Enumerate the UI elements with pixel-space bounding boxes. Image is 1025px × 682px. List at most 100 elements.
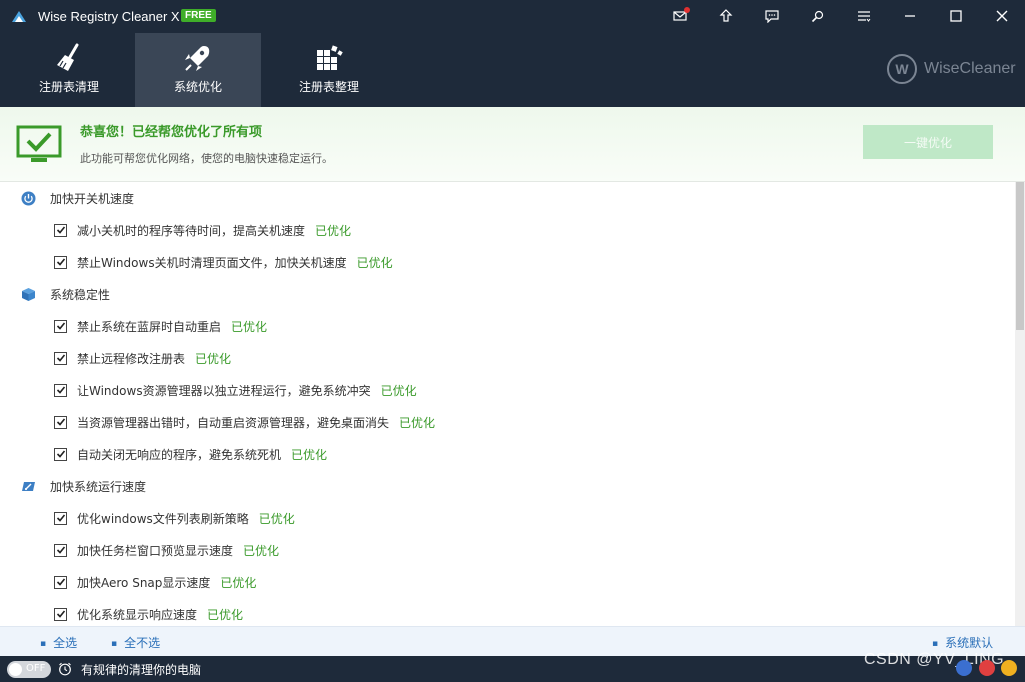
list-item[interactable]: 优化windows文件列表刷新策略 已优化 — [0, 502, 1015, 534]
item-checkbox[interactable] — [54, 447, 67, 461]
check-icon — [56, 610, 65, 618]
item-checkbox[interactable] — [54, 319, 67, 333]
speed-icon — [22, 481, 35, 491]
item-status: 已优化 — [231, 319, 268, 334]
feedback-icon — [765, 10, 779, 23]
menu-button[interactable] — [851, 4, 877, 28]
schedule-text: 有规律的清理你的电脑 — [81, 663, 202, 677]
tray-weibo-icon[interactable] — [979, 660, 995, 676]
tools-icon — [811, 10, 824, 23]
free-badge: FREE — [181, 9, 216, 22]
item-status: 已优化 — [356, 255, 393, 270]
item-checkbox[interactable] — [54, 255, 67, 269]
cube-icon — [22, 287, 35, 301]
check-icon — [56, 450, 65, 458]
list-item[interactable]: 当资源管理器出错时，自动重启资源管理器，避免桌面消失 已优化 — [0, 406, 1015, 438]
schedule-toggle[interactable]: OFF — [7, 661, 51, 678]
item-status: 已优化 — [195, 351, 232, 366]
item-status: 已优化 — [315, 223, 352, 238]
item-checkbox[interactable] — [54, 383, 67, 397]
upgrade-icon — [719, 9, 733, 22]
monitor-check-icon — [16, 125, 62, 162]
brand-name: WiseCleaner — [924, 60, 1016, 77]
tab-registry-cleaner[interactable]: 注册表清理 — [6, 33, 132, 107]
category-row: 加快开关机速度 — [0, 182, 1015, 214]
item-label: 优化windows文件列表刷新策略 — [77, 511, 249, 526]
item-checkbox[interactable] — [54, 223, 67, 237]
list-scrollbar[interactable] — [1015, 182, 1025, 626]
app-logo-icon — [12, 11, 26, 22]
check-icon — [56, 418, 65, 426]
brand-logo: W WiseCleaner — [886, 53, 1016, 85]
tab-label: 注册表整理 — [298, 80, 359, 94]
list-item[interactable]: 优化系统显示响应速度 已优化 — [0, 598, 1015, 626]
tab-label: 注册表清理 — [38, 80, 99, 94]
tray-app-icon[interactable] — [956, 660, 972, 676]
list-item[interactable]: 禁止Windows关机时清理页面文件，加快关机速度 已优化 — [0, 246, 1015, 278]
item-label: 禁止Windows关机时清理页面文件，加快关机速度 — [77, 255, 347, 270]
list-item[interactable]: 让Windows资源管理器以独立进程运行，避免系统冲突 已优化 — [0, 374, 1015, 406]
item-status: 已优化 — [243, 543, 280, 558]
item-status: 已优化 — [220, 575, 257, 590]
item-label: 禁止远程修改注册表 — [77, 351, 186, 366]
check-icon — [56, 322, 65, 330]
close-button[interactable] — [989, 4, 1015, 28]
select-all-link[interactable]: 全选 — [40, 634, 77, 651]
menu-icon — [858, 11, 871, 22]
item-label: 优化系统显示响应速度 — [77, 607, 198, 622]
feedback-button[interactable] — [759, 4, 785, 28]
item-label: 加快任务栏窗口预览显示速度 — [77, 543, 234, 558]
list-item[interactable]: 加快任务栏窗口预览显示速度 已优化 — [0, 534, 1015, 566]
mail-button[interactable] — [667, 4, 693, 28]
list-item[interactable]: 加快Aero Snap显示速度 已优化 — [0, 566, 1015, 598]
list-item[interactable]: 自动关闭无响应的程序，避免系统死机 已优化 — [0, 438, 1015, 470]
item-label: 当资源管理器出错时，自动重启资源管理器，避免桌面消失 — [77, 415, 390, 430]
svg-text:W: W — [895, 61, 909, 77]
item-label: 减小关机时的程序等待时间，提高关机速度 — [77, 223, 306, 238]
category-label: 系统稳定性 — [50, 287, 111, 302]
banner-description: 此功能可帮您优化网络，使您的电脑快速稳定运行。 — [80, 152, 333, 165]
scrollbar-thumb[interactable] — [1016, 182, 1024, 330]
tab-label: 系统优化 — [173, 80, 222, 94]
item-checkbox[interactable] — [54, 415, 67, 429]
check-icon — [56, 514, 65, 522]
select-none-link[interactable]: 全不选 — [111, 634, 160, 651]
tab-system-optimize[interactable]: 系统优化 — [135, 33, 261, 107]
banner-title: 恭喜您！已经帮您优化了所有项 — [80, 125, 263, 140]
app-header: Wise Registry Cleaner X FREE 注册表清理 系统优化 … — [0, 0, 1025, 107]
item-label: 自动关闭无响应的程序，避免系统死机 — [77, 447, 282, 462]
restore-default-link[interactable]: 系统默认 — [932, 634, 993, 651]
check-icon — [56, 226, 65, 234]
category-row: 加快系统运行速度 — [0, 470, 1015, 502]
check-icon — [56, 354, 65, 362]
item-checkbox[interactable] — [54, 575, 67, 589]
check-icon — [56, 386, 65, 394]
item-checkbox[interactable] — [54, 607, 67, 621]
one-click-optimize-button[interactable]: 一键优化 — [863, 125, 993, 159]
tray-feedback-icon[interactable] — [1001, 660, 1017, 676]
tab-registry-defrag[interactable]: 注册表整理 — [266, 33, 392, 107]
item-label: 让Windows资源管理器以独立进程运行，避免系统冲突 — [77, 383, 371, 398]
category-label: 加快系统运行速度 — [50, 479, 147, 494]
item-checkbox[interactable] — [54, 543, 67, 557]
broom-icon — [57, 43, 79, 71]
tools-button[interactable] — [805, 4, 831, 28]
check-icon — [56, 258, 65, 266]
minimize-button[interactable] — [897, 4, 923, 28]
check-icon — [56, 578, 65, 586]
blocks-icon — [317, 45, 343, 70]
item-status: 已优化 — [258, 511, 295, 526]
item-checkbox[interactable] — [54, 351, 67, 365]
item-checkbox[interactable] — [54, 511, 67, 525]
list-item[interactable]: 禁止系统在蓝屏时自动重启 已优化 — [0, 310, 1015, 342]
category-label: 加快开关机速度 — [50, 191, 135, 206]
title-bar[interactable]: Wise Registry Cleaner X FREE — [0, 0, 1025, 32]
upgrade-button[interactable] — [713, 4, 739, 28]
maximize-button[interactable] — [943, 4, 969, 28]
maximize-icon — [950, 10, 962, 22]
list-item[interactable]: 减小关机时的程序等待时间，提高关机速度 已优化 — [0, 214, 1015, 246]
list-item[interactable]: 禁止远程修改注册表 已优化 — [0, 342, 1015, 374]
power-icon — [21, 191, 36, 205]
rocket-icon — [185, 46, 210, 71]
item-status: 已优化 — [207, 607, 244, 622]
